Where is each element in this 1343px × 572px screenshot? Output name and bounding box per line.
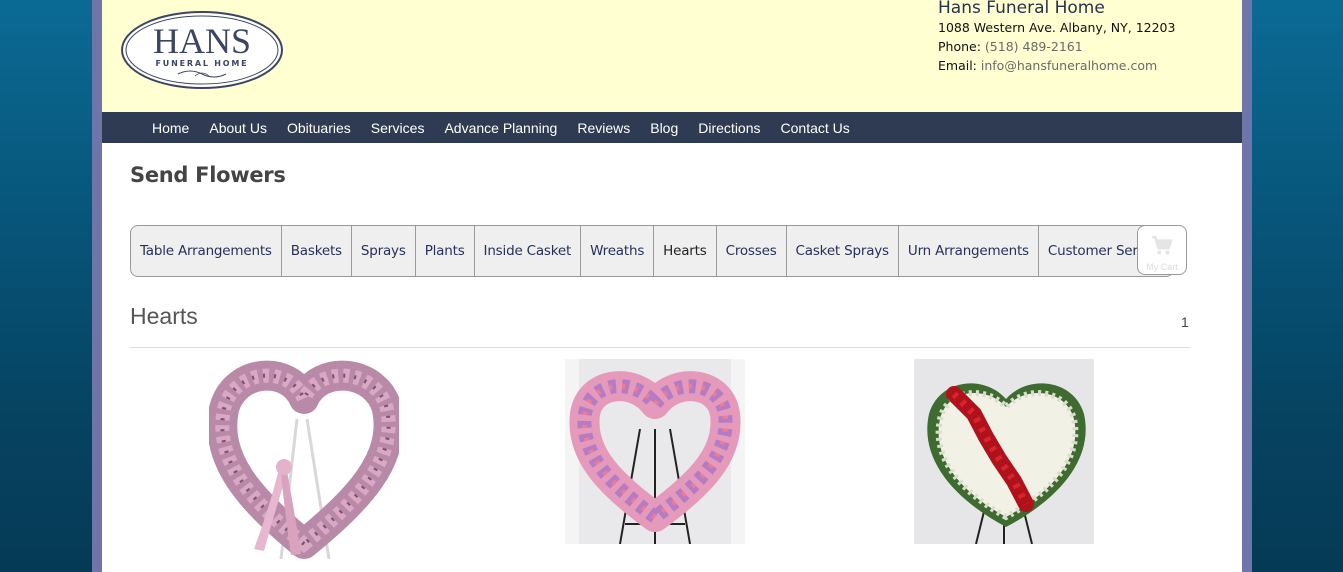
main-nav: Home About Us Obituaries Services Advanc… bbox=[102, 112, 1242, 143]
tab-crosses[interactable]: Crosses bbox=[717, 226, 787, 276]
product-image-pink-heart-easel[interactable] bbox=[565, 359, 745, 544]
site-logo[interactable]: HANS FUNERAL HOME bbox=[120, 10, 284, 90]
tab-hearts[interactable]: Hearts bbox=[654, 226, 717, 276]
section-title: Hearts bbox=[130, 303, 198, 329]
nav-item-services[interactable]: Services bbox=[361, 120, 435, 136]
tab-table-arrangements[interactable]: Table Arrangements bbox=[131, 226, 282, 276]
cart-button[interactable]: My Cart bbox=[1137, 225, 1187, 275]
tab-plants[interactable]: Plants bbox=[416, 226, 475, 276]
product-image-white-heart-red-roses[interactable] bbox=[914, 359, 1094, 544]
email-label: Email: bbox=[938, 58, 977, 73]
nav-item-obituaries[interactable]: Obituaries bbox=[277, 120, 361, 136]
email-line: Email: info@hansfuneralhome.com bbox=[938, 56, 1175, 75]
phone-line: Phone: (518) 489-2161 bbox=[938, 37, 1175, 56]
nav-item-directions[interactable]: Directions bbox=[688, 120, 770, 136]
address: 1088 Western Ave. Albany, NY, 12203 bbox=[938, 20, 1176, 35]
page-count[interactable]: 1 bbox=[1181, 314, 1189, 330]
nav-item-reviews[interactable]: Reviews bbox=[567, 120, 640, 136]
category-tabs: Table Arrangements Baskets Sprays Plants… bbox=[130, 225, 1175, 277]
nav-item-home[interactable]: Home bbox=[142, 120, 199, 136]
divider bbox=[130, 347, 1190, 348]
cart-icon bbox=[1152, 236, 1173, 255]
tab-inside-casket[interactable]: Inside Casket bbox=[475, 226, 582, 276]
email-link[interactable]: info@hansfuneralhome.com bbox=[981, 58, 1157, 73]
product-image-open-pink-heart[interactable] bbox=[209, 359, 399, 559]
phone-link[interactable]: (518) 489-2161 bbox=[985, 39, 1083, 54]
tab-wreaths[interactable]: Wreaths bbox=[581, 226, 655, 276]
phone-label: Phone: bbox=[938, 39, 981, 54]
tab-sprays[interactable]: Sprays bbox=[352, 226, 416, 276]
page-frame: HANS FUNERAL HOME Hans Funeral Home 1088… bbox=[92, 0, 1252, 572]
contact-block: Hans Funeral Home 1088 Western Ave. Alba… bbox=[938, 0, 1175, 75]
page-title: Send Flowers bbox=[130, 163, 286, 187]
page: HANS FUNERAL HOME Hans Funeral Home 1088… bbox=[102, 0, 1242, 572]
tab-baskets[interactable]: Baskets bbox=[282, 226, 352, 276]
nav-item-blog[interactable]: Blog bbox=[640, 120, 688, 136]
nav-item-advance-planning[interactable]: Advance Planning bbox=[434, 120, 567, 136]
cart-label: My Cart bbox=[1146, 262, 1178, 272]
nav-item-contact-us[interactable]: Contact Us bbox=[771, 120, 860, 136]
tab-casket-sprays[interactable]: Casket Sprays bbox=[787, 226, 899, 276]
business-name: Hans Funeral Home bbox=[938, 0, 1105, 18]
logo-text: HANS bbox=[153, 21, 251, 61]
tab-urn-arrangements[interactable]: Urn Arrangements bbox=[899, 226, 1039, 276]
site-header: HANS FUNERAL HOME Hans Funeral Home 1088… bbox=[102, 0, 1242, 112]
logo-subtext: FUNERAL HOME bbox=[156, 59, 249, 68]
nav-item-about-us[interactable]: About Us bbox=[199, 120, 277, 136]
